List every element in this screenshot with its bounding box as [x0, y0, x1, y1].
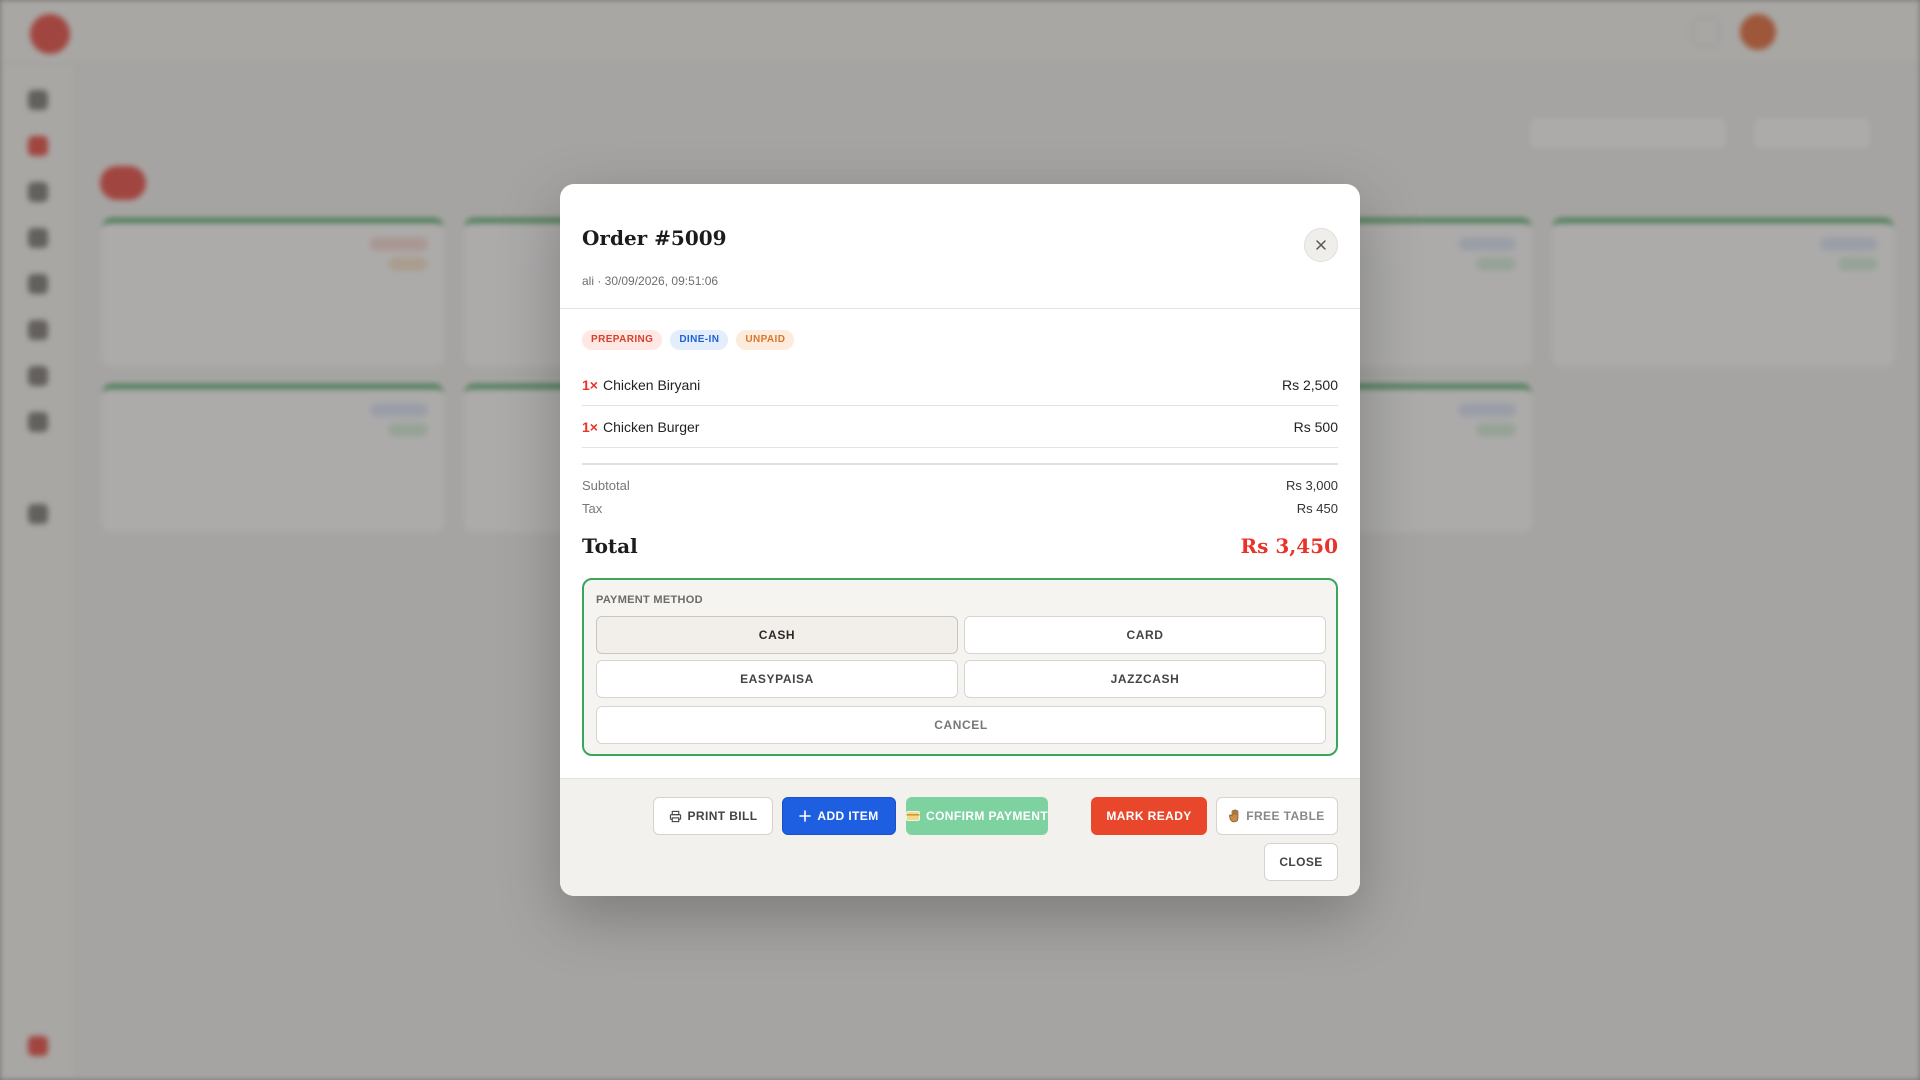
plus-icon	[799, 810, 812, 822]
item-quantity: 1×	[582, 376, 598, 393]
close-icon	[1316, 240, 1326, 250]
status-badge: PREPARING	[582, 330, 663, 350]
payment-method-panel: PAYMENT METHOD CASH CARD EASYPAISA JAZZC…	[582, 578, 1338, 756]
list-item: 1× Chicken Biryani Rs 2,500	[582, 364, 1338, 406]
summary-divider	[582, 463, 1338, 465]
tax-value: Rs 450	[1296, 501, 1338, 516]
modal-header: Order #5009 ali · 30/09/2026, 09:51:06	[560, 184, 1360, 309]
print-bill-button[interactable]: PRINT BILL	[653, 797, 773, 835]
payment-cancel-button[interactable]: CANCEL	[596, 706, 1326, 744]
modal-footer: PRINT BILL ADD ITEM CONFIRM PAYMENT MARK…	[560, 778, 1360, 896]
order-badges: PREPARING DINE-IN UNPAID	[582, 330, 795, 350]
mark-ready-button[interactable]: MARK READY	[1091, 797, 1207, 835]
printer-icon	[669, 810, 681, 822]
subtotal-row: Subtotal Rs 3,000	[582, 478, 1338, 493]
hand-icon	[1229, 809, 1239, 823]
total-row: Total Rs 3,450	[582, 534, 1338, 558]
add-item-label: ADD ITEM	[817, 809, 879, 823]
free-table-button[interactable]: FREE TABLE	[1216, 797, 1338, 835]
order-meta: ali · 30/09/2026, 09:51:06	[582, 274, 719, 288]
payment-status-badge: UNPAID	[736, 330, 795, 350]
payment-method-label: PAYMENT METHOD	[596, 594, 703, 606]
list-item: 1× Chicken Burger Rs 500	[582, 406, 1338, 448]
item-name: Chicken Biryani	[602, 376, 701, 393]
total-value: Rs 3,450	[1240, 534, 1338, 558]
item-quantity: 1×	[582, 418, 598, 435]
item-price: Rs 2,500	[1281, 376, 1338, 393]
tax-row: Tax Rs 450	[582, 501, 1338, 516]
close-button[interactable]: CLOSE	[1264, 843, 1338, 881]
payment-easypaisa-button[interactable]: EASYPAISA	[596, 660, 958, 698]
total-label: Total	[582, 534, 638, 558]
print-bill-label: PRINT BILL	[687, 809, 758, 823]
tax-label: Tax	[582, 501, 603, 516]
subtotal-value: Rs 3,000	[1285, 478, 1338, 493]
close-icon-button[interactable]	[1304, 228, 1338, 262]
confirm-payment-button[interactable]: CONFIRM PAYMENT	[906, 797, 1048, 835]
confirm-payment-label: CONFIRM PAYMENT	[926, 809, 1049, 823]
payment-cash-button[interactable]: CASH	[596, 616, 958, 654]
payment-jazzcash-button[interactable]: JAZZCASH	[964, 660, 1326, 698]
payment-card-button[interactable]: CARD	[964, 616, 1326, 654]
add-item-button[interactable]: ADD ITEM	[782, 797, 896, 835]
modal-title: Order #5009	[582, 226, 727, 250]
subtotal-label: Subtotal	[582, 478, 630, 493]
card-icon	[906, 811, 920, 821]
free-table-label: FREE TABLE	[1246, 809, 1325, 823]
order-detail-modal: Order #5009 ali · 30/09/2026, 09:51:06 P…	[560, 184, 1360, 896]
order-type-badge: DINE-IN	[670, 330, 729, 350]
item-name: Chicken Burger	[602, 418, 700, 435]
item-price: Rs 500	[1293, 418, 1338, 435]
